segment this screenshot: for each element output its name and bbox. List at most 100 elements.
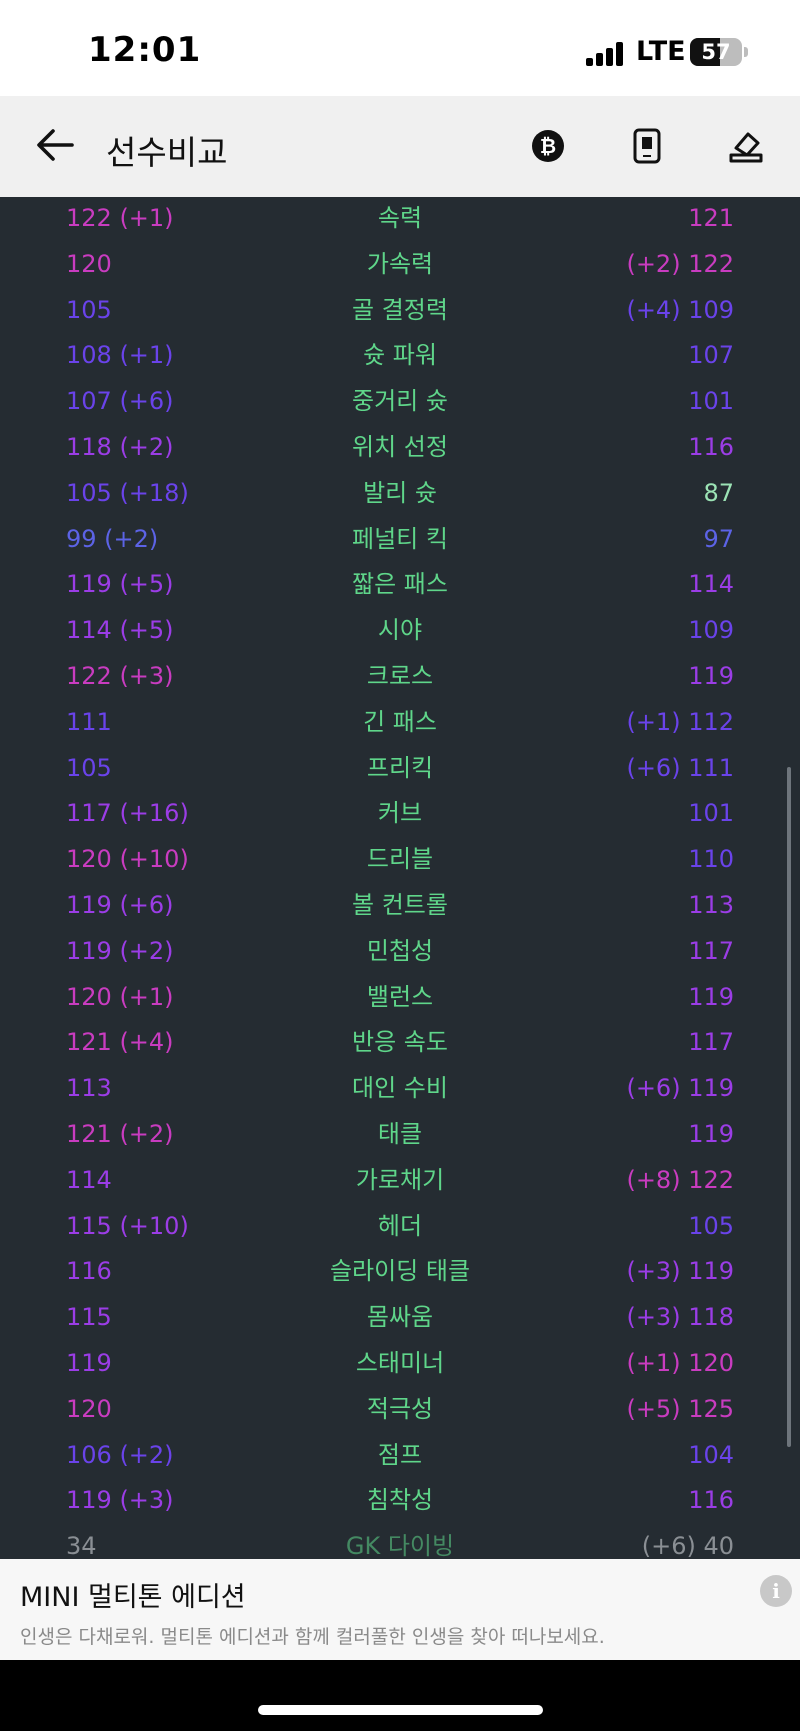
battery-level: 57 — [701, 40, 731, 64]
stat-row: 헤더 115 (+10) 105 — [0, 1203, 800, 1249]
left-player-value: 34 — [66, 1532, 97, 1559]
left-player-value: 120 — [66, 1394, 112, 1423]
right-player-value: (+3) 118 — [626, 1303, 734, 1332]
home-area — [0, 1660, 800, 1731]
right-player-value: (+6) 119 — [626, 1074, 734, 1103]
scrollbar[interactable] — [787, 767, 791, 1447]
eraser-icon — [729, 132, 763, 163]
svg-text:₿: ₿ — [540, 134, 556, 158]
right-player-value: 119 — [688, 982, 734, 1011]
left-player-value: 99 (+2) — [66, 524, 159, 553]
stat-row: 민첩성 119 (+2) 117 — [0, 928, 800, 974]
left-player-value: 113 — [66, 1074, 112, 1103]
stat-row: 골 결정력 105 (+4) 109 — [0, 287, 800, 333]
coin-button[interactable]: ₿ — [526, 124, 570, 168]
right-player-value: (+1) 120 — [626, 1349, 734, 1377]
status-bar: 12:01 LTE 57 — [0, 0, 800, 96]
home-indicator[interactable] — [258, 1705, 543, 1715]
right-player-value: 114 — [688, 570, 734, 599]
stat-row: 적극성 120 (+5) 125 — [0, 1386, 800, 1432]
left-player-value: 105 (+18) — [66, 478, 189, 507]
eraser-button[interactable] — [724, 124, 768, 168]
left-player-value: 121 (+2) — [66, 1120, 174, 1148]
right-player-value: 101 — [688, 799, 734, 828]
right-player-value: (+6) 40 — [641, 1532, 734, 1559]
right-player-value: (+5) 125 — [626, 1394, 734, 1423]
stat-row: 크로스 122 (+3) 119 — [0, 653, 800, 699]
left-player-value: 121 (+4) — [66, 1028, 174, 1057]
stat-row: 속력 122 (+1) 121 — [0, 197, 800, 241]
stat-row: 페널티 킥 99 (+2) 97 — [0, 516, 800, 562]
right-player-value: 105 — [688, 1211, 734, 1240]
app-header: 선수비교 ₿ — [0, 96, 800, 197]
stat-row: 태클 121 (+2) 119 — [0, 1111, 800, 1157]
stat-row: 가로채기 114 (+8) 122 — [0, 1157, 800, 1203]
stat-row: 슬라이딩 태클 116 (+3) 119 — [0, 1248, 800, 1294]
stat-row: 긴 패스 111 (+1) 112 — [0, 699, 800, 745]
right-player-value: 117 — [688, 1028, 734, 1057]
phone-button[interactable] — [625, 124, 669, 168]
info-icon[interactable]: i — [760, 1575, 792, 1607]
left-player-value: 114 — [66, 1165, 112, 1194]
left-player-value: 105 — [66, 753, 112, 782]
left-player-value: 111 — [66, 707, 112, 736]
stat-row: GK 다이빙 34 (+6) 40 — [0, 1523, 800, 1559]
right-player-value: (+8) 122 — [626, 1165, 734, 1194]
left-player-value: 106 (+2) — [66, 1440, 174, 1469]
page-title: 선수비교 — [106, 133, 228, 172]
right-player-value: 101 — [688, 387, 734, 416]
right-player-value: 121 — [688, 204, 734, 232]
left-player-value: 119 (+2) — [66, 936, 174, 965]
left-player-value: 119 (+6) — [66, 891, 174, 919]
left-player-value: 105 — [66, 295, 112, 324]
stat-row: 점프 106 (+2) 104 — [0, 1432, 800, 1478]
right-player-value: 116 — [688, 1486, 734, 1515]
left-player-value: 114 (+5) — [66, 616, 174, 645]
stat-row: 몸싸움 115 (+3) 118 — [0, 1294, 800, 1340]
ad-title[interactable]: MINI 멀티톤 에디션 — [20, 1575, 246, 1614]
right-player-value: 107 — [688, 341, 734, 370]
stat-row: 발리 슛 105 (+18) 87 — [0, 470, 800, 516]
right-player-value: (+1) 112 — [626, 707, 734, 736]
stat-row: 가속력 120 (+2) 122 — [0, 241, 800, 287]
phone-screen-icon — [633, 128, 661, 164]
status-time: 12:01 — [88, 30, 202, 70]
right-player-value: 109 — [688, 616, 734, 645]
left-player-value: 115 — [66, 1303, 112, 1332]
right-player-value: (+6) 111 — [626, 753, 734, 782]
ad-description[interactable]: 인생은 다채로워. 멀티톤 에디션과 함께 컬러풀한 인생을 찾아 떠나보세요. — [20, 1622, 605, 1649]
back-button[interactable] — [30, 120, 80, 170]
network-type: LTE — [636, 36, 686, 67]
left-player-value: 122 (+1) — [66, 204, 174, 232]
left-player-value: 118 (+2) — [66, 433, 174, 461]
stat-row: 위치 선정 118 (+2) 116 — [0, 424, 800, 470]
stat-row: 커브 117 (+16) 101 — [0, 790, 800, 836]
stat-row: 대인 수비 113 (+6) 119 — [0, 1065, 800, 1111]
stat-row: 드리블 120 (+10) 110 — [0, 836, 800, 882]
stat-row: 밸런스 120 (+1) 119 — [0, 974, 800, 1020]
left-player-value: 119 (+3) — [66, 1486, 174, 1515]
right-player-value: 87 — [703, 478, 734, 507]
left-player-value: 120 (+1) — [66, 982, 174, 1011]
stat-row: 볼 컨트롤 119 (+6) 113 — [0, 882, 800, 928]
right-player-value: 117 — [688, 936, 734, 965]
arrow-left-icon — [37, 129, 74, 161]
right-player-value: 113 — [688, 891, 734, 919]
left-player-value: 122 (+3) — [66, 662, 174, 690]
stat-row: 슛 파워 108 (+1) 107 — [0, 332, 800, 378]
left-player-value: 119 — [66, 1349, 112, 1377]
stat-row: 프리킥 105 (+6) 111 — [0, 745, 800, 791]
left-player-value: 115 (+10) — [66, 1211, 189, 1240]
stat-row: 짧은 패스 119 (+5) 114 — [0, 561, 800, 607]
bitcoin-icon: ₿ — [532, 130, 564, 162]
left-player-value: 117 (+16) — [66, 799, 189, 828]
left-player-value: 108 (+1) — [66, 341, 174, 370]
battery-icon: 57 — [690, 38, 742, 66]
right-player-value: 97 — [703, 524, 734, 553]
stat-row: 침착성 119 (+3) 116 — [0, 1477, 800, 1523]
ad-banner[interactable]: MINI 멀티톤 에디션 인생은 다채로워. 멀티톤 에디션과 함께 컬러풀한 … — [0, 1559, 800, 1660]
signal-icon — [586, 42, 626, 66]
stats-list[interactable]: 속력 122 (+1) 121 가속력 120 (+2) 122 골 결정력 105 (+4) … — [0, 197, 800, 1559]
right-player-value: (+4) 109 — [626, 295, 734, 324]
left-player-value: 119 (+5) — [66, 570, 174, 599]
